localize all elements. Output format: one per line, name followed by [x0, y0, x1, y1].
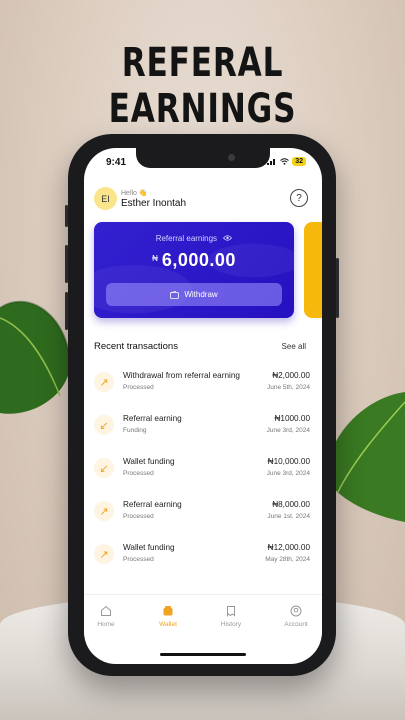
account-icon: [290, 605, 302, 617]
transaction-amount: ₦8,000.00: [272, 500, 310, 509]
transaction-title: Wallet funding: [123, 457, 175, 466]
transaction-amount: ₦10,000.00: [267, 457, 310, 466]
transaction-row[interactable]: ↗ Wallet funding Processed ₦12,000.00 Ma…: [84, 534, 322, 577]
nav-account[interactable]: Account: [271, 605, 321, 628]
phone-notch: [136, 148, 270, 168]
nav-home-label: Home: [97, 621, 115, 628]
transaction-amount: ₦1000.00: [274, 414, 310, 423]
camera-icon: [228, 154, 235, 161]
page-headline: REFERAL EARNINGS: [108, 40, 297, 132]
transaction-status: Processed: [123, 470, 154, 477]
avatar[interactable]: EI: [94, 187, 117, 210]
wallet-icon: [170, 290, 180, 299]
arrow-up-right-icon: ↗: [94, 501, 114, 521]
nav-history-label: History: [220, 621, 242, 628]
wallet-icon: [163, 606, 173, 616]
transaction-title: Withdrawal from referral earning: [123, 371, 240, 380]
nav-wallet[interactable]: Wallet: [143, 605, 193, 628]
signal-icon: [267, 159, 276, 165]
nav-wallet-label: Wallet: [159, 621, 177, 628]
transaction-title: Wallet funding: [123, 543, 175, 552]
transaction-title: Referral earning: [123, 500, 182, 509]
card-label-text: Referral earnings: [155, 234, 218, 243]
status-indicators: 32: [267, 157, 306, 166]
transaction-status: Funding: [123, 427, 147, 434]
currency-symbol: ₦: [152, 254, 158, 263]
transaction-row[interactable]: ↙ Wallet funding Processed ₦10,000.00 Ju…: [84, 448, 322, 491]
transaction-row[interactable]: ↗ Referral earning Processed ₦8,000.00 J…: [84, 491, 322, 534]
phone-side-button: [65, 205, 68, 227]
transaction-status: Processed: [123, 556, 154, 563]
home-indicator: [160, 653, 246, 656]
transaction-row[interactable]: ↗ Withdrawal from referral earning Proce…: [84, 362, 322, 405]
transaction-date: June 5th, 2024: [266, 384, 310, 391]
arrow-up-right-icon: ↗: [94, 544, 114, 564]
bottom-nav: Home Wallet History Account: [84, 594, 322, 644]
transaction-amount: ₦2,000.00: [272, 371, 310, 380]
transaction-row[interactable]: ↙ Referral earning Funding ₦1000.00 June…: [84, 405, 322, 448]
withdraw-label: Withdraw: [184, 290, 218, 299]
transaction-status: Processed: [123, 513, 154, 520]
arrow-down-left-icon: ↙: [94, 415, 114, 435]
battery-indicator: 32: [292, 157, 306, 166]
secondary-card[interactable]: [304, 222, 322, 318]
wifi-icon: [280, 158, 290, 165]
transaction-amount: ₦12,000.00: [267, 543, 310, 552]
transaction-date: June 3rd, 2024: [266, 427, 310, 434]
recent-transactions-title: Recent transactions: [94, 341, 178, 352]
arrow-up-right-icon: ↗: [94, 372, 114, 392]
transaction-status: Processed: [123, 384, 154, 391]
eye-icon[interactable]: [223, 234, 233, 243]
phone-side-button: [65, 292, 68, 330]
transaction-date: May 28th, 2024: [265, 556, 310, 563]
referral-earnings-card: Referral earnings ₦ 6,000.00 Withdraw: [94, 222, 294, 318]
earnings-value: 6,000.00: [161, 250, 236, 270]
help-icon[interactable]: ?: [290, 189, 308, 207]
see-all-link[interactable]: See all: [282, 342, 306, 351]
phone-side-button: [65, 245, 68, 283]
phone-side-button: [336, 258, 339, 318]
card-label: Referral earnings: [94, 234, 294, 243]
arrow-down-left-icon: ↙: [94, 458, 114, 478]
user-name: Esther Inontah: [121, 198, 187, 209]
phone-screen: 9:41 32 EI Hello 👋 Esther Inontah ? Refe…: [84, 148, 322, 664]
greeting-text: Hello 👋: [121, 190, 148, 197]
nav-home[interactable]: Home: [84, 605, 131, 628]
withdraw-button[interactable]: Withdraw: [106, 283, 282, 306]
nav-account-label: Account: [284, 621, 308, 628]
status-time: 9:41: [106, 157, 127, 168]
earnings-amount: ₦ 6,000.00: [94, 250, 294, 271]
home-icon: [101, 605, 111, 616]
nav-history[interactable]: History: [206, 605, 256, 628]
transaction-date: June 1st. 2024: [267, 513, 310, 520]
transaction-title: Referral earning: [123, 414, 182, 423]
transaction-date: June 3rd, 2024: [266, 470, 310, 477]
history-icon: [227, 606, 235, 617]
